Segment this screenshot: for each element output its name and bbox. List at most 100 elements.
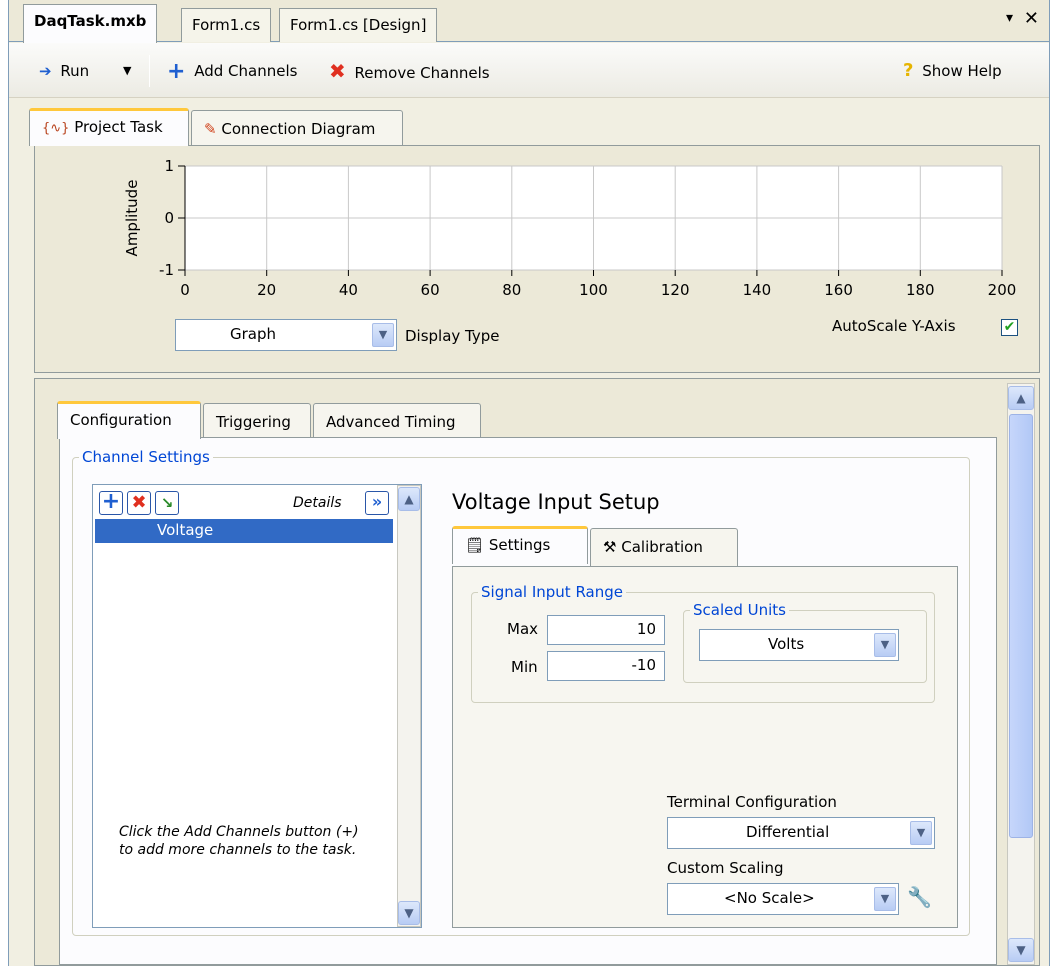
toolbar: ➔ Run ▼ + Add Channels ✖ Remove Channels… xyxy=(9,43,1049,98)
configuration-panel: Configuration Triggering Advanced Timing… xyxy=(34,378,1040,966)
y-tick-label: -1 xyxy=(159,261,174,279)
arrow-down-right-icon: ↘ xyxy=(160,494,174,512)
doc-tab-daqtask[interactable]: DaqTask.mxb xyxy=(23,4,158,43)
terminal-configuration-value: Differential xyxy=(746,823,830,841)
remove-channel-button[interactable]: ✖ xyxy=(127,491,151,515)
waveform-icon: {∿} xyxy=(42,121,70,136)
remove-channels-button[interactable]: ✖ Remove Channels xyxy=(329,57,490,85)
add-channel-button[interactable]: + xyxy=(99,491,123,515)
plus-icon: + xyxy=(101,489,121,514)
graph-panel: 0 20 40 60 80 100 120 140 160 180 200 1 0 -1 Amplitud… xyxy=(34,145,1040,373)
display-type-label: Display Type xyxy=(405,327,500,345)
tab-connection-diagram[interactable]: ✎ Connection Diagram xyxy=(191,110,403,148)
y-tick-label: 0 xyxy=(164,209,174,227)
scrollbar-thumb[interactable] xyxy=(1009,414,1033,838)
channel-settings-legend: Channel Settings xyxy=(82,448,210,466)
scroll-up-icon[interactable]: ▲ xyxy=(398,487,420,511)
x-tick-label: 120 xyxy=(661,281,690,299)
display-type-value: Graph xyxy=(230,325,277,343)
x-tick-label: 0 xyxy=(180,281,190,299)
signal-input-range-legend: Signal Input Range xyxy=(481,583,623,601)
chevron-down-icon[interactable]: ▼ xyxy=(874,633,896,657)
pen-diagram-icon: ✎ xyxy=(204,120,217,138)
run-button[interactable]: ➔ Run xyxy=(39,57,89,85)
chevron-down-icon[interactable]: ▾ xyxy=(1006,10,1013,26)
tab-advanced-timing[interactable]: Advanced Timing xyxy=(313,403,481,441)
run-dropdown-icon[interactable]: ▼ xyxy=(123,57,131,85)
tab-settings[interactable]: 🗒 Settings xyxy=(452,526,588,564)
help-question-icon: ? xyxy=(903,60,914,81)
document-tab-strip: DaqTask.mxb Form1.cs Form1.cs [Design] ▾… xyxy=(9,0,1049,43)
tab-label: Settings xyxy=(488,536,551,554)
chevron-down-icon[interactable]: ▼ xyxy=(372,323,394,347)
show-help-button[interactable]: ? Show Help xyxy=(903,57,1002,85)
details-label: Details xyxy=(293,495,342,511)
rename-channel-button[interactable]: ↘ xyxy=(155,491,179,515)
plus-icon: + xyxy=(167,59,186,84)
x-tick-label: 60 xyxy=(421,281,440,299)
close-icon[interactable]: ✕ xyxy=(1024,8,1039,29)
tab-project-task[interactable]: {∿} Project Task xyxy=(29,108,189,146)
doc-tab-label: Form1.cs [Design] xyxy=(290,16,427,34)
add-channels-hint: Click the Add Channels button (+) to add… xyxy=(119,824,359,858)
voltage-setup-title: Voltage Input Setup xyxy=(452,490,660,514)
x-tick-label: 140 xyxy=(743,281,772,299)
autoscale-checkbox[interactable]: ✔ xyxy=(1001,319,1018,336)
daq-assistant-window: DaqTask.mxb Form1.cs Form1.cs [Design] ▾… xyxy=(8,0,1050,966)
scroll-up-icon[interactable]: ▲ xyxy=(1008,386,1034,410)
x-tick-label: 20 xyxy=(257,281,276,299)
configuration-scrollbar[interactable]: ▲ ▼ xyxy=(1007,383,1035,965)
chevron-down-icon[interactable]: ▼ xyxy=(910,821,932,845)
x-tick-label: 200 xyxy=(988,281,1017,299)
x-tick-label: 180 xyxy=(906,281,935,299)
calibration-probe-icon: ⚒ xyxy=(603,538,617,556)
remove-channels-label: Remove Channels xyxy=(354,64,490,82)
scaled-units-select[interactable]: Volts ▼ xyxy=(699,629,899,661)
channel-name: Voltage xyxy=(157,521,214,539)
remove-x-icon: ✖ xyxy=(329,59,346,83)
tab-label: Connection Diagram xyxy=(221,120,376,138)
arrow-right-icon: ➔ xyxy=(39,62,52,80)
add-channels-button[interactable]: + Add Channels xyxy=(167,57,297,85)
y-tick-label: 1 xyxy=(164,157,174,175)
tab-label: Calibration xyxy=(621,538,703,556)
doc-tab-label: Form1.cs xyxy=(192,16,261,34)
configuration-tab-body: Channel Settings + ✖ ↘ Details » Voltage… xyxy=(59,437,997,965)
channel-list-scrollbar[interactable]: ▲ ▼ xyxy=(397,485,421,927)
terminal-configuration-select[interactable]: Differential ▼ xyxy=(667,817,935,849)
tab-label: Configuration xyxy=(70,411,172,429)
show-help-label: Show Help xyxy=(922,62,1002,80)
run-label: Run xyxy=(60,62,90,80)
channel-list-item[interactable]: Voltage xyxy=(95,519,393,543)
wrench-icon[interactable]: 🔧 xyxy=(907,885,932,909)
min-input[interactable]: -10 xyxy=(547,651,665,681)
settings-icon: 🗒 xyxy=(465,536,485,554)
scaled-units-legend: Scaled Units xyxy=(693,601,786,619)
autoscale-label: AutoScale Y-Axis xyxy=(832,317,956,335)
max-input[interactable]: 10 xyxy=(547,615,665,645)
tab-label: Advanced Timing xyxy=(326,413,456,431)
tab-label: Triggering xyxy=(216,413,291,431)
remove-x-icon: ✖ xyxy=(131,492,147,513)
tab-label: Project Task xyxy=(74,118,163,136)
scroll-down-icon[interactable]: ▼ xyxy=(398,901,420,925)
tab-triggering[interactable]: Triggering xyxy=(203,403,311,441)
chevron-down-icon[interactable]: ▼ xyxy=(874,887,896,911)
max-label: Max xyxy=(507,620,539,638)
custom-scaling-value: <No Scale> xyxy=(724,889,815,907)
custom-scaling-select[interactable]: <No Scale> ▼ xyxy=(667,883,899,915)
scroll-down-icon[interactable]: ▼ xyxy=(1008,938,1034,962)
add-channels-label: Add Channels xyxy=(194,62,298,80)
doc-tab-label: DaqTask.mxb xyxy=(34,12,147,30)
tab-configuration[interactable]: Configuration xyxy=(57,401,201,439)
settings-tab-body: Signal Input Range Max 10 Min -10 Scaled… xyxy=(452,566,958,928)
min-label: Min xyxy=(511,658,538,676)
toolbar-separator xyxy=(149,55,150,87)
doc-tab-form1-design[interactable]: Form1.cs [Design] xyxy=(279,8,438,42)
display-type-select[interactable]: Graph ▼ xyxy=(175,319,397,351)
y-axis-label: Amplitude xyxy=(123,180,141,257)
x-tick-label: 80 xyxy=(502,281,521,299)
details-expand-button[interactable]: » xyxy=(365,491,389,515)
doc-tab-form1-cs[interactable]: Form1.cs xyxy=(181,8,272,42)
tab-calibration[interactable]: ⚒ Calibration xyxy=(590,528,738,566)
